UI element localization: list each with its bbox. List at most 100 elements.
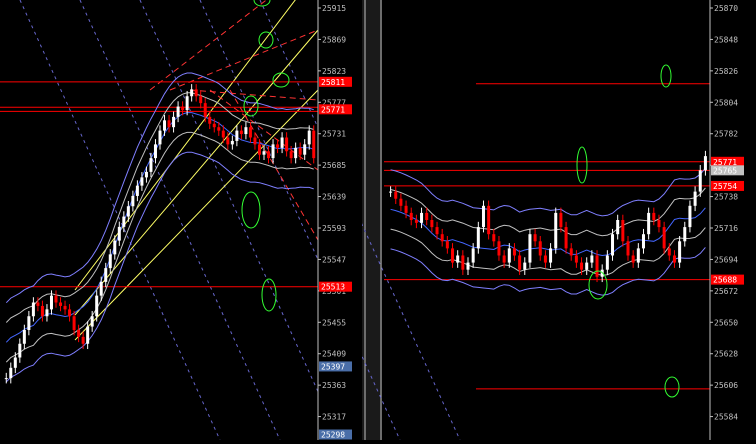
y-tick-label: 25628	[714, 350, 738, 359]
candle-body	[176, 106, 180, 117]
y-tick-label: 25606	[714, 381, 738, 390]
candle-body	[9, 367, 13, 379]
price-tag-label: 25397	[321, 362, 345, 371]
candle-body	[678, 241, 682, 263]
candle-body	[554, 212, 558, 249]
candle-body	[667, 248, 671, 256]
y-tick-label: 25593	[322, 224, 346, 233]
candle-body	[590, 255, 594, 263]
y-tick-label: 25782	[714, 130, 738, 139]
candle-body	[181, 106, 185, 110]
y-tick-label: 25639	[322, 193, 346, 202]
y-tick-label: 25915	[322, 4, 346, 13]
candle-body	[523, 262, 527, 270]
y-tick-label: 25731	[322, 130, 346, 139]
price-tag-label: 25754	[713, 182, 737, 191]
candle-body	[559, 212, 563, 228]
candle-body	[172, 116, 176, 128]
candle-body	[4, 378, 8, 380]
price-tag-label: 25811	[321, 78, 345, 87]
candle-body	[262, 151, 266, 155]
candle-body	[271, 144, 275, 159]
candle-body	[285, 137, 289, 152]
candle-body	[605, 255, 609, 270]
candle-body	[595, 255, 599, 277]
candle-body	[497, 241, 501, 256]
candle-body	[636, 248, 640, 263]
candle-body	[199, 96, 203, 104]
candle-body	[683, 227, 687, 242]
candle-body	[276, 144, 280, 148]
candle-body	[63, 305, 67, 310]
candle-body	[185, 96, 189, 110]
y-tick-label: 25672	[714, 287, 738, 296]
y-tick-label: 25823	[322, 67, 346, 76]
candle-body	[49, 295, 53, 310]
candle-body	[394, 191, 398, 199]
candle-body	[99, 281, 103, 296]
diagonal-gridline	[139, 0, 341, 441]
candle-body	[135, 185, 139, 196]
candle-body	[688, 205, 692, 228]
candle-body	[27, 316, 31, 330]
diagonal-gridline	[19, 0, 221, 441]
candle-body	[226, 137, 230, 145]
chart-panel-right: 2587025848258262580425782257602573825716…	[384, 0, 756, 440]
candle-body	[244, 127, 248, 135]
candle-body	[104, 268, 108, 282]
candle-body	[430, 220, 434, 228]
chart-svg: 2591525869258232577725731256852563925593…	[0, 0, 756, 441]
candle-body	[420, 212, 424, 223]
price-tag-label: 25765	[713, 166, 737, 175]
candle-body	[77, 330, 81, 337]
candle-body	[456, 255, 460, 263]
candle-body	[621, 220, 625, 242]
candle-body	[585, 262, 589, 270]
candle-body	[253, 137, 257, 145]
y-tick-label: 25716	[714, 224, 738, 233]
price-tag-label: 25298	[321, 431, 345, 440]
candle-body	[487, 205, 491, 235]
candle-body	[538, 241, 542, 256]
candle-body	[466, 262, 470, 270]
candle-body	[280, 137, 284, 148]
price-tag-label: 25688	[713, 276, 737, 285]
candle-body	[289, 151, 293, 159]
candle-body	[68, 309, 72, 317]
candle-body	[113, 240, 117, 255]
candle-body	[54, 295, 58, 303]
candle-body	[294, 147, 298, 159]
candle-body	[108, 254, 112, 269]
annotation-ellipse	[576, 146, 588, 184]
candle-body	[549, 248, 553, 263]
y-tick-label: 25685	[322, 161, 346, 170]
annotation-ellipse	[664, 376, 680, 398]
candle-body	[481, 205, 485, 228]
y-tick-label: 25650	[714, 318, 738, 327]
y-tick-label: 25870	[714, 4, 738, 13]
price-tag-label: 25771	[321, 105, 345, 114]
band-lower-outer	[5, 151, 314, 383]
candle-body	[543, 255, 547, 263]
price-tag-label: 25513	[321, 283, 345, 292]
candle-body	[626, 241, 630, 256]
candle-body	[574, 255, 578, 263]
candle-body	[698, 170, 702, 192]
chart-stage: 25915 25869 25823 25777 25731 25685 25639 25593…	[0, 0, 756, 441]
candle-body	[59, 302, 63, 306]
y-tick-label: 25804	[714, 98, 738, 107]
candle-body	[208, 116, 212, 124]
candle-body	[230, 140, 234, 145]
candle-body	[435, 227, 439, 235]
candle-body	[476, 227, 480, 249]
candle-body	[631, 255, 635, 263]
candle-body	[13, 357, 17, 368]
candle-body	[212, 123, 216, 128]
candle-body	[267, 151, 271, 159]
y-tick-label: 25455	[322, 318, 346, 327]
y-tick-label: 25694	[714, 255, 738, 264]
candle-body	[502, 255, 506, 263]
y-tick-label: 25848	[714, 35, 738, 44]
candle-body	[149, 158, 153, 172]
candle-body	[72, 316, 76, 330]
